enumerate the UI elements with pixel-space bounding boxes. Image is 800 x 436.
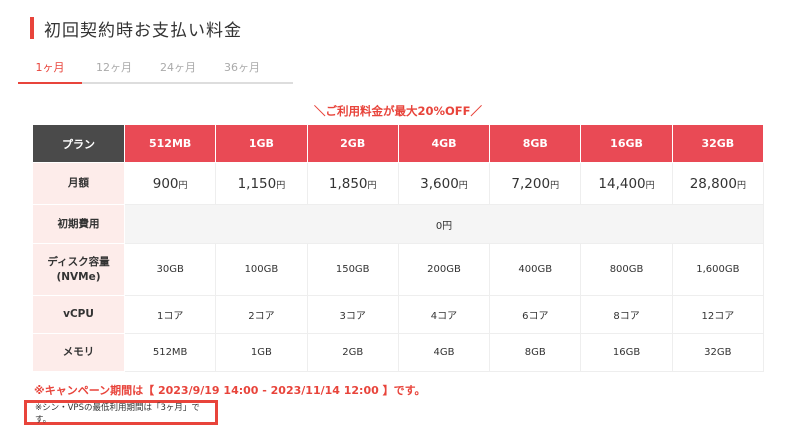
plan-header: プラン bbox=[32, 124, 125, 163]
plan-8gb: 8GB bbox=[489, 124, 582, 163]
monthly-price-cell: 1,150円 bbox=[215, 162, 308, 205]
plan-4gb: 4GB bbox=[397, 124, 491, 163]
initial-fee-value: 0円 bbox=[124, 204, 764, 244]
initial-fee-row: 初期費用 0円 bbox=[32, 204, 764, 244]
disk-cell: 800GB bbox=[580, 243, 673, 296]
plan-512mb: 512MB bbox=[123, 124, 217, 163]
memory-cell: 32GB bbox=[671, 333, 765, 372]
vcpu-cell: 4コア bbox=[397, 295, 491, 334]
disk-cell: 1,600GB bbox=[671, 243, 765, 296]
monthly-label: 月額 bbox=[32, 162, 125, 205]
campaign-period-note: ※キャンペーン期間は【 2023/9/19 14:00 - 2023/11/14… bbox=[34, 384, 426, 397]
minimum-period-note: ※シン・VPSの最低利用期間は「3ヶ月」です。 bbox=[24, 400, 218, 425]
tab-1-month[interactable]: 1ヶ月 bbox=[18, 58, 82, 84]
plan-32gb: 32GB bbox=[671, 124, 765, 163]
monthly-row: 月額 900円 1,150円 1,850円 3,600円 7,200円 14,4… bbox=[32, 162, 765, 205]
vcpu-cell: 8コア bbox=[580, 295, 673, 334]
pricing-table: プラン 512MB 1GB 2GB 4GB 8GB 16GB 32GB 月額 9… bbox=[32, 124, 765, 372]
monthly-price-cell: 14,400円 bbox=[580, 162, 673, 205]
vcpu-cell: 12コア bbox=[671, 295, 765, 334]
memory-cell: 512MB bbox=[123, 333, 217, 372]
tab-36-months[interactable]: 36ヶ月 bbox=[210, 58, 274, 82]
disk-cell: 200GB bbox=[397, 243, 491, 296]
vcpu-cell: 6コア bbox=[489, 295, 582, 334]
billing-period-tabs: 1ヶ月 12ヶ月 24ヶ月 36ヶ月 bbox=[18, 58, 293, 84]
section-title-bar: 初回契約時お支払い料金 bbox=[30, 17, 242, 41]
vcpu-cell: 3コア bbox=[306, 295, 399, 334]
initial-fee-label: 初期費用 bbox=[32, 204, 125, 244]
tab-12-months[interactable]: 12ヶ月 bbox=[82, 58, 146, 82]
disk-row: ディスク容量 (NVMe) 30GB 100GB 150GB 200GB 400G… bbox=[32, 243, 765, 296]
memory-label: メモリ bbox=[32, 333, 125, 372]
plan-2gb: 2GB bbox=[306, 124, 399, 163]
disk-cell: 30GB bbox=[123, 243, 217, 296]
vcpu-cell: 1コア bbox=[123, 295, 217, 334]
plan-1gb: 1GB bbox=[215, 124, 308, 163]
memory-cell: 8GB bbox=[489, 333, 582, 372]
memory-cell: 16GB bbox=[580, 333, 673, 372]
vcpu-row: vCPU 1コア 2コア 3コア 4コア 6コア 8コア 12コア bbox=[32, 295, 765, 334]
monthly-price-cell: 28,800円 bbox=[671, 162, 765, 205]
minimum-period-text: ※シン・VPSの最低利用期間は「3ヶ月」です。 bbox=[35, 402, 200, 425]
memory-cell: 2GB bbox=[306, 333, 399, 372]
section-title: 初回契約時お支払い料金 bbox=[44, 20, 242, 41]
tab-24-months[interactable]: 24ヶ月 bbox=[146, 58, 210, 82]
monthly-price-cell: 900円 bbox=[123, 162, 217, 205]
disk-cell: 100GB bbox=[215, 243, 308, 296]
vcpu-cell: 2コア bbox=[215, 295, 308, 334]
disk-cell: 150GB bbox=[306, 243, 399, 296]
plan-16gb: 16GB bbox=[580, 124, 673, 163]
plan-header-row: プラン 512MB 1GB 2GB 4GB 8GB 16GB 32GB bbox=[32, 124, 765, 163]
monthly-price-cell: 1,850円 bbox=[306, 162, 399, 205]
campaign-banner: ＼ご利用料金が最大20%OFF／ bbox=[313, 104, 482, 118]
memory-cell: 1GB bbox=[215, 333, 308, 372]
memory-row: メモリ 512MB 1GB 2GB 4GB 8GB 16GB 32GB bbox=[32, 333, 765, 372]
vcpu-label: vCPU bbox=[32, 295, 125, 334]
disk-label: ディスク容量 (NVMe) bbox=[32, 243, 125, 296]
memory-cell: 4GB bbox=[397, 333, 491, 372]
disk-cell: 400GB bbox=[489, 243, 582, 296]
monthly-price-cell: 7,200円 bbox=[489, 162, 582, 205]
monthly-price-cell: 3,600円 bbox=[397, 162, 491, 205]
